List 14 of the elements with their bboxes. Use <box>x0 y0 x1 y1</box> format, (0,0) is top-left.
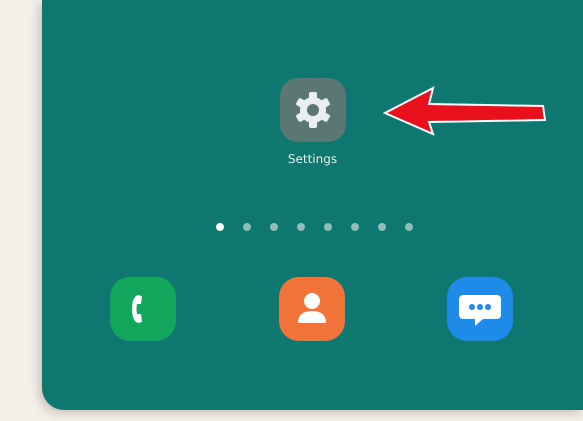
page-indicator-dot[interactable] <box>297 223 305 231</box>
page-indicator-dot[interactable] <box>351 223 359 231</box>
page-indicator-dot[interactable] <box>270 223 278 231</box>
phone-icon[interactable] <box>108 277 178 341</box>
page-indicator-dot[interactable] <box>378 223 386 231</box>
page-indicator-dot[interactable] <box>243 223 251 231</box>
page-indicator-dot[interactable] <box>405 223 413 231</box>
person-icon[interactable] <box>276 277 346 341</box>
gear-icon[interactable] <box>278 78 348 142</box>
arrow-icon <box>383 86 547 136</box>
chat-icon[interactable] <box>445 277 515 341</box>
page-indicator-dot[interactable] <box>324 223 332 231</box>
app-label: Settings <box>288 152 338 166</box>
page-indicator-dot[interactable] <box>216 223 224 231</box>
